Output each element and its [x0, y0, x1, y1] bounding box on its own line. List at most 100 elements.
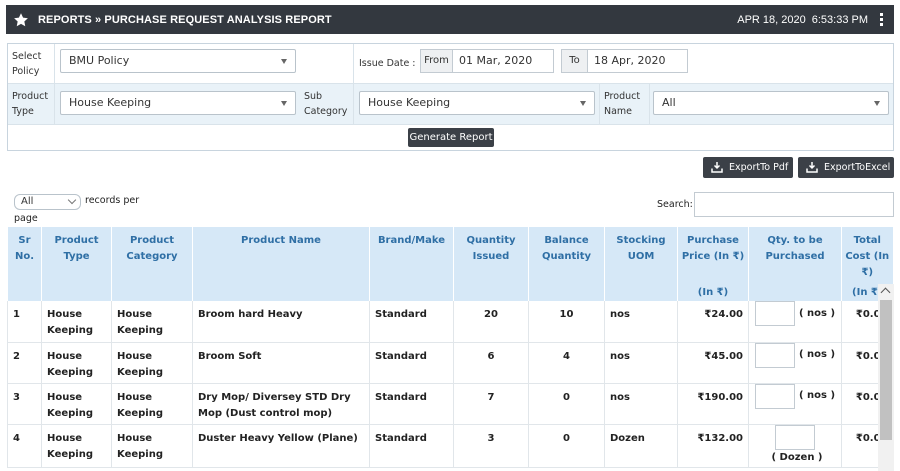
- col-header-balance-quantity[interactable]: Balance Quantity: [528, 227, 605, 284]
- cell-qty-to-purchase: ( nos ): [748, 301, 842, 343]
- header-date: APR 18, 2020: [737, 13, 806, 26]
- cell-stocking-uom: nos: [604, 342, 678, 384]
- cell-quantity-issued: 20: [453, 301, 529, 343]
- col-header-purchase-price[interactable]: Purchase Price (In ₹): [677, 227, 749, 284]
- generate-report-button[interactable]: Generate Report: [408, 128, 494, 147]
- cell-brand: Standard: [369, 383, 454, 425]
- product-type-label: Product Type: [12, 91, 49, 117]
- search-label: Search:: [657, 199, 693, 210]
- to-label: To: [561, 49, 588, 73]
- table-row: 2 House Keeping House Keeping Broom Soft Sta…: [7, 342, 893, 384]
- qty-input[interactable]: [754, 301, 795, 326]
- cell-product-category: House Keeping: [111, 301, 193, 343]
- cell-product-name: Dry Mop/ Diversey STD Dry Mop (Dust cont…: [192, 383, 370, 425]
- col-header-product-type[interactable]: Product Type: [41, 227, 112, 284]
- policy-select[interactable]: BMU Policy: [60, 49, 296, 73]
- records-per-page-value: All: [21, 196, 34, 207]
- cell-qty-to-purchase: ( Dozen ): [748, 424, 842, 468]
- cell-product-type: House Keeping: [41, 424, 112, 468]
- chevron-down-icon: [67, 195, 77, 205]
- col-header-brand[interactable]: Brand/Make: [369, 227, 454, 284]
- policy-select-value: BMU Policy: [69, 54, 130, 67]
- product-type-select[interactable]: House Keeping: [60, 91, 296, 115]
- report-table: Sr No. Product Type Product Category Pro…: [7, 227, 893, 468]
- records-per-page-select[interactable]: All: [14, 194, 81, 210]
- from-date-input[interactable]: 01 Mar, 2020: [452, 49, 554, 73]
- qty-unit-label: ( nos ): [798, 307, 836, 319]
- page-label: page: [14, 213, 38, 224]
- table-row: 4 House Keeping House Keeping Duster Heavy …: [7, 424, 893, 468]
- dropdown-arrow-icon: [281, 101, 287, 106]
- filter-panel: Select Policy BMU Policy Issue Date : Fr…: [7, 43, 894, 151]
- col-header-qty-to-purchase[interactable]: Qty. to be Purchased: [748, 227, 842, 284]
- cell-qty-to-purchase: ( nos ): [748, 383, 842, 425]
- col-header-product-name[interactable]: Product Name: [192, 227, 370, 284]
- cell-product-name: Broom hard Heavy: [192, 301, 370, 343]
- cell-sr: 2: [7, 342, 42, 384]
- cell-purchase-price: ₹24.00: [677, 301, 749, 343]
- qty-input[interactable]: [754, 383, 795, 409]
- dropdown-arrow-icon: [580, 101, 586, 106]
- cell-balance-quantity: 0: [528, 424, 605, 468]
- cell-brand: Standard: [369, 342, 454, 384]
- filter-row-product: Product Type House Keeping Sub Category …: [8, 84, 893, 125]
- cell-product-category: House Keeping: [111, 424, 193, 468]
- scrollbar-thumb[interactable]: [880, 300, 892, 440]
- cell-product-name: Broom Soft: [192, 342, 370, 384]
- cell-stocking-uom: nos: [604, 301, 678, 343]
- cell-balance-quantity: 4: [528, 342, 605, 384]
- cell-product-category: House Keeping: [111, 383, 193, 425]
- cell-balance-quantity: 0: [528, 383, 605, 425]
- table-row: 1 House Keeping House Keeping Broom hard He…: [7, 301, 893, 343]
- cell-product-type: House Keeping: [41, 301, 112, 343]
- qty-input[interactable]: [775, 424, 815, 450]
- star-icon[interactable]: [8, 12, 34, 28]
- dropdown-arrow-icon: [874, 101, 880, 106]
- download-icon: [711, 162, 723, 173]
- col-header-stocking-uom[interactable]: Stocking UOM: [604, 227, 678, 284]
- qty-input[interactable]: [754, 342, 795, 368]
- dropdown-arrow-icon: [281, 59, 287, 64]
- product-name-label: Product Name: [604, 91, 641, 117]
- cell-quantity-issued: 6: [453, 342, 529, 384]
- cell-brand: Standard: [369, 424, 454, 468]
- table-row: 3 House Keeping House Keeping Dry Mop/ Dive…: [7, 383, 893, 425]
- report-table-container: Sr No. Product Type Product Category Pro…: [7, 227, 894, 471]
- cell-sr: 3: [7, 383, 42, 425]
- cell-purchase-price: ₹45.00: [677, 342, 749, 384]
- col-header-product-category[interactable]: Product Category: [111, 227, 193, 284]
- cell-stocking-uom: nos: [604, 383, 678, 425]
- qty-unit-label: ( Dozen ): [771, 451, 823, 463]
- to-date-input[interactable]: 18 Apr, 2020: [587, 49, 688, 73]
- col-header-total-cost[interactable]: Total Cost (In ₹): [841, 227, 893, 284]
- product-name-select[interactable]: All: [653, 91, 889, 115]
- product-name-value: All: [662, 96, 676, 109]
- cell-quantity-issued: 7: [453, 383, 529, 425]
- cell-balance-quantity: 10: [528, 301, 605, 343]
- cell-product-type: House Keeping: [41, 383, 112, 425]
- filter-row-policy: Select Policy BMU Policy Issue Date : Fr…: [8, 44, 893, 84]
- sub-category-label: Sub Category: [304, 91, 348, 117]
- top-bar: REPORTS » PURCHASE REQUEST ANALYSIS REPO…: [6, 5, 894, 34]
- col-header-sr[interactable]: Sr No.: [7, 227, 42, 284]
- records-per-label: records per: [85, 195, 140, 206]
- price-unit-subheader: (In ₹): [677, 284, 749, 301]
- cell-brand: Standard: [369, 301, 454, 343]
- export-pdf-button[interactable]: ExportTo Pdf: [703, 157, 793, 178]
- cell-product-category: House Keeping: [111, 342, 193, 384]
- sub-category-value: House Keeping: [368, 96, 451, 109]
- table-scrollbar[interactable]: [878, 284, 894, 471]
- kebab-menu-icon[interactable]: [872, 13, 890, 26]
- export-excel-label: ExportToExcel: [824, 162, 891, 173]
- product-type-value: House Keeping: [69, 96, 152, 109]
- export-excel-button[interactable]: ExportToExcel: [798, 157, 894, 178]
- issue-date-label: Issue Date :: [359, 58, 416, 69]
- scroll-up-icon[interactable]: [880, 287, 891, 298]
- select-policy-label: Select Policy: [12, 51, 42, 77]
- sub-category-select[interactable]: House Keeping: [359, 91, 595, 115]
- search-input[interactable]: [694, 192, 894, 217]
- col-header-quantity-issued[interactable]: Quantity Issued: [453, 227, 529, 284]
- filter-row-actions: Generate Report: [8, 125, 893, 151]
- cell-qty-to-purchase: ( nos ): [748, 342, 842, 384]
- cell-purchase-price: ₹190.00: [677, 383, 749, 425]
